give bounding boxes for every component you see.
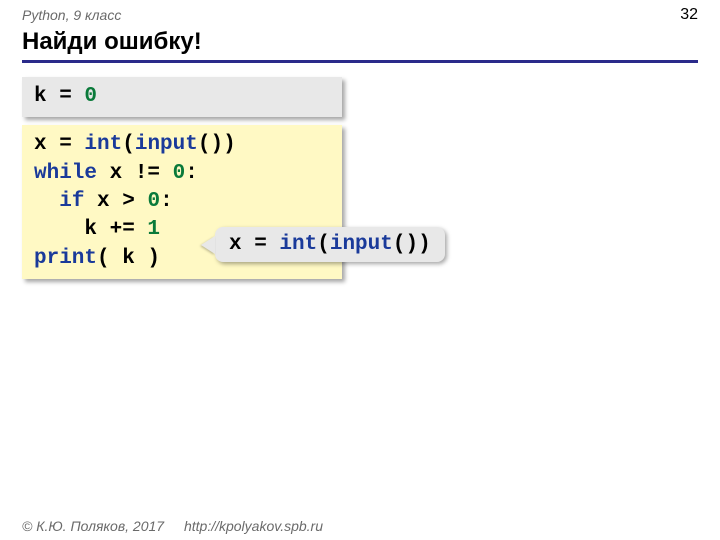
code-text: x !=: [97, 162, 173, 185]
code-text: x =: [229, 233, 279, 256]
slide-title: Найди ошибку!: [22, 28, 698, 63]
code-number: 0: [147, 190, 160, 213]
code-text: ( k ): [97, 247, 160, 270]
code-number: 1: [147, 218, 160, 241]
code-text: :: [160, 190, 173, 213]
code-keyword: print: [34, 247, 97, 270]
course-label: Python, 9 класс: [22, 7, 121, 23]
page-number: 32: [680, 6, 698, 24]
code-keyword: if: [59, 190, 84, 213]
code-keyword: int: [279, 233, 317, 256]
code-text: x =: [34, 133, 84, 156]
callout-bubble: x = int(input()): [215, 227, 445, 262]
code-text: k =: [34, 85, 84, 108]
code-keyword: input: [330, 233, 393, 256]
slide-content: k = 0 x = int(input()) while x != 0: if …: [0, 67, 720, 289]
slide-footer: © К.Ю. Поляков, 2017 http://kpolyakov.sp…: [22, 518, 323, 534]
code-text: ()): [393, 233, 431, 256]
slide-header: Python, 9 класс 32: [0, 0, 720, 26]
code-text: [34, 190, 59, 213]
code-number: 0: [84, 85, 97, 108]
code-text: :: [185, 162, 198, 185]
code-text: (: [317, 233, 330, 256]
footer-url: http://kpolyakov.spb.ru: [184, 518, 323, 534]
code-number: 0: [173, 162, 186, 185]
code-box-init: k = 0: [22, 77, 342, 117]
code-text: (: [122, 133, 135, 156]
code-keyword: int: [84, 133, 122, 156]
footer-author: © К.Ю. Поляков, 2017: [22, 518, 164, 534]
code-keyword: input: [135, 133, 198, 156]
code-text: ()): [198, 133, 236, 156]
code-text: x >: [84, 190, 147, 213]
code-keyword: while: [34, 162, 97, 185]
code-text: k +=: [34, 218, 147, 241]
